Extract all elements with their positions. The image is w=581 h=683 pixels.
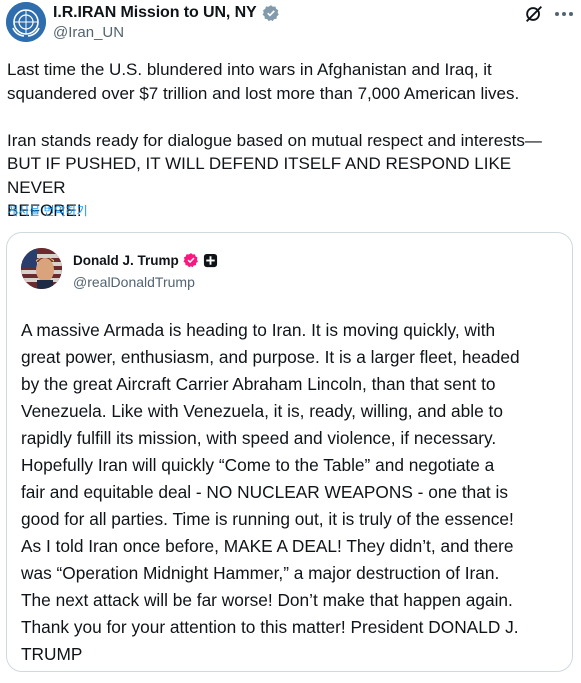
author-avatar[interactable] xyxy=(6,2,46,42)
verified-badge-icon xyxy=(262,5,279,22)
quoted-author-handle: @realDonaldTrump xyxy=(73,274,195,290)
verified-badge-icon xyxy=(183,253,198,268)
quoted-author-name-row: Donald J. Trump xyxy=(73,252,218,268)
post-header: I.R.IRAN Mission to UN, NY @Iran_UN xyxy=(0,0,581,50)
un-emblem-icon xyxy=(6,2,46,42)
author-display-name[interactable]: I.R.IRAN Mission to UN, NY xyxy=(53,4,257,22)
author-handle[interactable]: @Iran_UN xyxy=(53,24,124,41)
translate-post-link[interactable]: 게시물 번역하기 xyxy=(7,202,88,219)
more-options-icon[interactable] xyxy=(553,4,575,24)
quoted-author-display-name: Donald J. Trump xyxy=(73,252,179,268)
flag-portrait-icon xyxy=(21,248,62,289)
quoted-post-card[interactable]: Donald J. Trump @realDonaldTrump A massi… xyxy=(6,232,573,672)
post-text: Last time the U.S. blundered into wars i… xyxy=(7,60,542,220)
grok-icon[interactable] xyxy=(523,3,545,25)
affiliation-badge-icon xyxy=(203,253,217,267)
quoted-post-text: A massive Armada is heading to Iran. It … xyxy=(21,320,520,664)
quoted-author-avatar xyxy=(21,248,62,289)
author-name-row: I.R.IRAN Mission to UN, NY xyxy=(53,4,280,22)
